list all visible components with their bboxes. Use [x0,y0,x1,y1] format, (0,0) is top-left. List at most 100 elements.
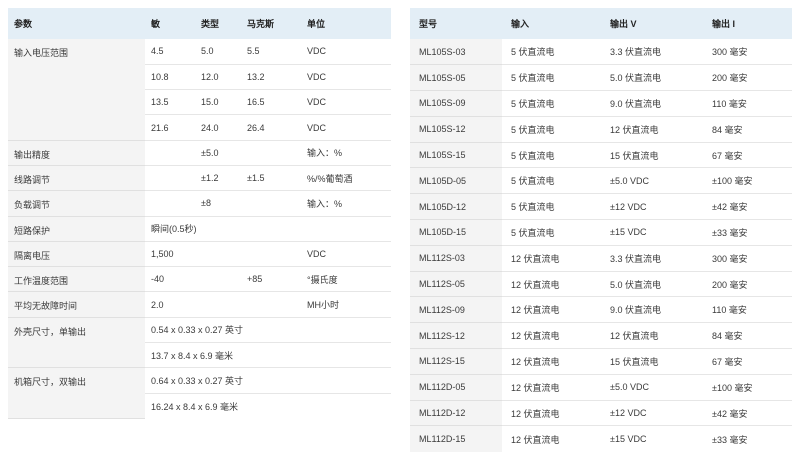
model-cell: ML112S-03 [410,245,502,272]
max-cell [241,241,301,268]
max-cell: 5.5 [241,39,301,65]
output-v-cell: ±5.0 VDC [601,167,703,195]
output-i-cell: 84 毫安 [703,116,792,143]
header-max: 马克斯 [241,8,301,39]
model-cell: ML105D-05 [410,167,502,195]
model-header-row: 型号 输入 输出 V 输出 I [410,8,792,39]
min-cell [145,140,195,166]
input-cell: 12 伏直流电 [502,322,601,350]
unit-cell: °摄氏度 [301,266,391,293]
param-cell: 输入电压范围 [8,39,145,141]
unit-cell: %/%葡萄酒 [301,165,391,192]
output-v-cell: 12 伏直流电 [601,116,703,143]
output-i-cell: 200 毫安 [703,64,792,92]
spec-row: 线路调节 ±1.2 ±1.5 %/%葡萄酒 [8,165,391,192]
input-cell: 12 伏直流电 [502,245,601,272]
max-cell: 13.2 [241,64,301,91]
min-cell: 10.8 [145,64,195,91]
output-i-cell: ±33 毫安 [703,219,792,246]
output-i-cell: 67 毫安 [703,142,792,169]
min-cell: 1,500 [145,241,195,268]
span-cell: 0.64 x 0.33 x 0.27 英寸 [145,367,391,394]
unit-cell: VDC [301,89,391,116]
model-row: ML112D-15 12 伏直流电 ±15 VDC ±33 毫安 [410,425,792,452]
min-cell [145,190,195,217]
input-cell: 12 伏直流电 [511,434,560,445]
model-row: ML105S-15 5 伏直流电 15 伏直流电 67 毫安 [410,142,792,169]
header-min: 敏 [145,8,195,39]
model-cell: ML105D-12 [410,193,502,221]
unit-cell: MH小时 [301,291,391,318]
input-cell: 5 伏直流电 [502,90,601,117]
max-cell: +85 [241,266,301,293]
model-cell: ML105S-05 [410,64,502,92]
max-cell: ±1.5 [241,165,301,192]
header-typ: 类型 [195,8,241,39]
model-cell: ML112D-05 [410,374,502,401]
output-v-cell: ±15 VDC [601,219,703,246]
input-cell: 5 伏直流电 [502,39,601,66]
model-row: ML112S-09 12 伏直流电 9.0 伏直流电 110 毫安 [410,296,792,324]
min-cell [145,165,195,192]
param-cell: 机箱尺寸，双输出 [8,367,145,419]
unit-cell: 输入：% [301,140,391,166]
output-i-cell: ±33 毫安 [712,434,748,445]
typ-cell: ±1.2 [195,165,241,192]
output-v-cell: 15 伏直流电 [601,142,703,169]
output-v-cell: 9.0 伏直流电 [601,90,703,117]
input-cell: 5 伏直流电 [502,142,601,169]
model-row: ML112S-12 12 伏直流电 12 伏直流电 84 毫安 [410,322,792,350]
span-cell: 16.24 x 8.4 x 6.9 毫米 [151,401,239,412]
min-cell: 21.6 [145,114,195,141]
model-cell: ML105S-15 [410,142,502,169]
param-cell: 负载调节 [8,190,145,217]
input-cell: 12 伏直流电 [502,296,601,324]
input-cell: 12 伏直流电 [502,348,601,375]
max-cell [241,190,301,217]
output-v-cell: 5.0 伏直流电 [601,271,703,298]
input-cell: 12 伏直流电 [502,400,601,427]
typ-cell: 15.0 [195,89,241,116]
spec-row: 输入电压范围 4.5 5.0 5.5 VDC [8,39,391,141]
output-i-cell: 300 毫安 [703,245,792,272]
model-row: ML105D-05 5 伏直流电 ±5.0 VDC ±100 毫安 [410,167,792,195]
span-cell: 0.54 x 0.33 x 0.27 英寸 [145,317,391,344]
output-i-cell: 84 毫安 [703,322,792,350]
spec-row: 短路保护 瞬间(0.5秒) [8,216,391,242]
spec-row: 隔离电压 1,500 VDC [8,241,391,268]
typ-cell [195,241,241,268]
model-cell: ML105S-03 [410,39,502,66]
output-v-cell: 5.0 伏直流电 [601,64,703,92]
max-cell [241,291,301,318]
typ-cell: ±5.0 [195,140,241,166]
spec-row: 平均无故障时间 2.0 MH小时 [8,291,391,318]
output-v-cell: 9.0 伏直流电 [601,296,703,324]
model-cell: ML105D-15 [410,219,502,246]
unit-cell: VDC [301,64,391,91]
header-input: 输入 [502,8,601,39]
spec-row: 机箱尺寸，双输出 0.64 x 0.33 x 0.27 英寸 [8,367,391,419]
table-gap [396,8,405,457]
header-unit: 单位 [301,8,391,39]
output-v-cell: 15 伏直流电 [601,348,703,375]
input-cell: 12 伏直流电 [502,374,601,401]
header-param: 参数 [8,8,145,39]
output-v-cell: 3.3 伏直流电 [601,39,703,66]
max-cell [241,140,301,166]
max-cell: 26.4 [241,114,301,141]
model-row: ML112S-15 12 伏直流电 15 伏直流电 67 毫安 [410,348,792,375]
model-cell: ML112S-15 [410,348,502,375]
model-cell: ML112S-12 [410,322,502,350]
input-cell: 5 伏直流电 [502,167,601,195]
span-cell: 瞬间(0.5秒) [145,216,391,242]
output-i-cell: 67 毫安 [703,348,792,375]
typ-cell: 12.0 [195,64,241,91]
typ-cell: 5.0 [195,39,241,65]
param-cell: 短路保护 [8,216,145,242]
model-cell: ML105S-09 [410,90,502,117]
typ-cell: ±8 [195,190,241,217]
output-i-cell: ±100 毫安 [703,374,792,401]
input-cell: 12 伏直流电 [502,271,601,298]
model-cell: ML112D-15 [410,425,502,452]
spec-row: 负载调节 ±8 输入：% [8,190,391,217]
